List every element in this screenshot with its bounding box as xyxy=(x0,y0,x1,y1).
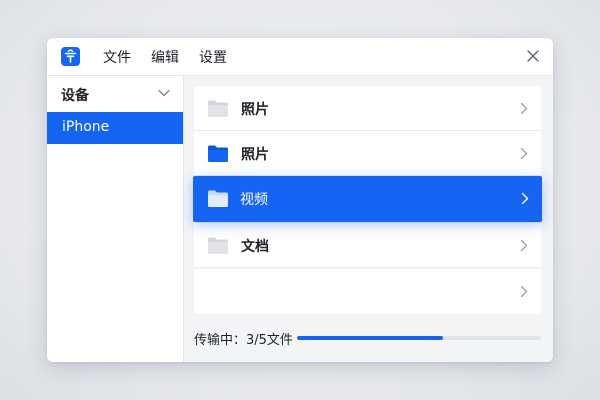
title-bar: 文件 编辑 设置 xyxy=(47,38,553,76)
folder-row-label: 照片 xyxy=(241,147,269,163)
close-icon xyxy=(527,50,539,62)
sidebar: 设备 iPhone xyxy=(47,76,184,362)
folder-panel: 照片 照片 视频 文档 传输中：3/5文件 xyxy=(184,76,553,362)
folder-list: 照片 照片 视频 文档 xyxy=(193,86,542,316)
chevron-down-icon xyxy=(158,89,170,97)
menu-settings[interactable]: 设置 xyxy=(199,47,227,67)
folder-row-label: 照片 xyxy=(241,102,269,118)
folder-icon xyxy=(208,100,228,117)
chevron-right-icon xyxy=(520,285,528,298)
progress-label: 传输中：3/5文件 xyxy=(194,333,293,348)
folder-row-empty[interactable] xyxy=(194,269,541,314)
app-logo-icon xyxy=(61,47,80,66)
chevron-right-icon xyxy=(520,147,528,160)
progress-bar xyxy=(297,336,541,340)
transfer-window: 文件 编辑 设置 设备 iPhone 照片 照片 视频 文档 传输中：3/5文件 xyxy=(47,38,553,362)
chevron-right-icon xyxy=(520,102,528,115)
sidebar-item-iphone[interactable]: iPhone xyxy=(47,112,183,144)
menu-file[interactable]: 文件 xyxy=(103,47,131,67)
sidebar-section-label: 设备 xyxy=(61,88,89,104)
folder-row-documents[interactable]: 文档 xyxy=(194,223,541,268)
transfer-status: 传输中：3/5文件 xyxy=(194,326,541,350)
folder-row-label: 视频 xyxy=(240,192,268,208)
sidebar-section-devices[interactable]: 设备 xyxy=(47,76,183,112)
folder-row-photos-2[interactable]: 照片 xyxy=(194,131,541,176)
folder-row-videos[interactable]: 视频 xyxy=(193,176,542,222)
folder-icon xyxy=(208,145,228,162)
sidebar-item-label: iPhone xyxy=(62,119,110,135)
folder-row-label: 文档 xyxy=(241,239,269,255)
menu-bar: 文件 编辑 设置 xyxy=(103,38,247,75)
folder-icon xyxy=(208,237,228,254)
folder-icon xyxy=(208,190,228,207)
folder-row-photos[interactable]: 照片 xyxy=(194,86,541,131)
chevron-right-icon xyxy=(521,192,529,205)
close-button[interactable] xyxy=(525,48,541,64)
chevron-right-icon xyxy=(520,239,528,252)
menu-edit[interactable]: 编辑 xyxy=(151,47,179,67)
progress-fill xyxy=(297,336,444,340)
